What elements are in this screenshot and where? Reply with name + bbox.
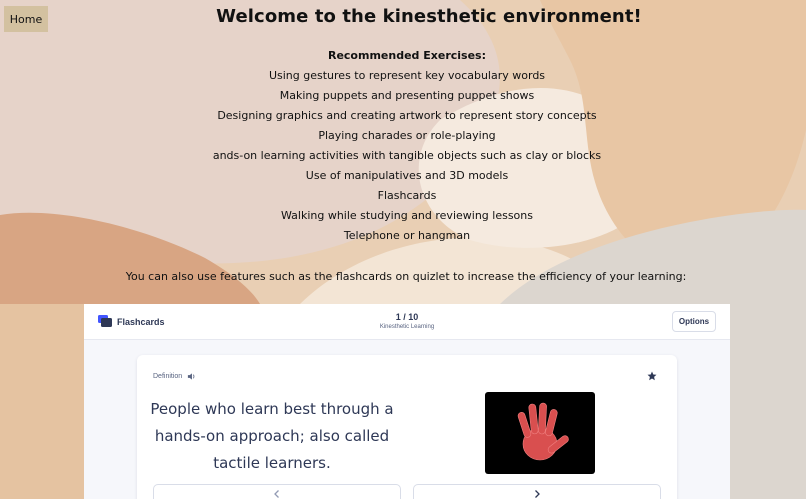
page-title: Welcome to the kinesthetic environment! [216,6,642,27]
exercise-section: Recommended Exercises: Using gestures to… [0,48,806,248]
card-progress: 1 / 10 Kinesthetic Learning [357,312,457,331]
quizlet-header: Flashcards 1 / 10 Kinesthetic Learning O… [84,304,730,340]
previous-card-button[interactable] [153,484,401,499]
flashcard[interactable]: Definition People who learn best through… [137,355,677,499]
exercise-item: Using gestures to represent key vocabula… [268,69,546,82]
set-title: Kinesthetic Learning [379,324,435,330]
exercise-item: Designing graphics and creating artwork … [217,109,597,122]
card-counter: 1 / 10 [395,312,419,322]
speaker-icon[interactable] [187,372,196,381]
flashcards-mode-button[interactable]: Flashcards [98,315,165,328]
exercise-item: Making puppets and presenting puppet sho… [279,89,535,102]
card-side-label: Definition [153,373,183,380]
card-definition-text: People who learn best through a hands-on… [150,400,394,472]
options-button[interactable]: Options [672,311,716,332]
chevron-left-icon [274,490,279,498]
exercises-heading: Recommended Exercises: [327,49,486,62]
exercise-item: Playing charades or role-playing [318,129,496,142]
exercise-item: ands-on learning activities with tangibl… [212,149,602,162]
exercise-item: Walking while studying and reviewing les… [280,209,533,222]
star-icon[interactable] [647,371,657,381]
flashcards-mode-label: Flashcards [117,316,165,327]
exercise-item: Use of manipulatives and 3D models [305,169,509,182]
exercise-item: Telephone or hangman [343,229,471,242]
chevron-right-icon [535,490,540,498]
next-card-button[interactable] [413,484,661,499]
quizlet-embed: Flashcards 1 / 10 Kinesthetic Learning O… [84,304,730,499]
exercise-list: Using gestures to represent key vocabula… [0,68,806,248]
flashcards-icon [98,315,112,327]
card-image [485,392,595,474]
red-handprint-image [517,402,569,461]
quizlet-note: You can also use features such as the fl… [125,270,687,283]
exercise-item: Flashcards [377,189,437,202]
card-side-indicator: Definition [153,372,196,381]
